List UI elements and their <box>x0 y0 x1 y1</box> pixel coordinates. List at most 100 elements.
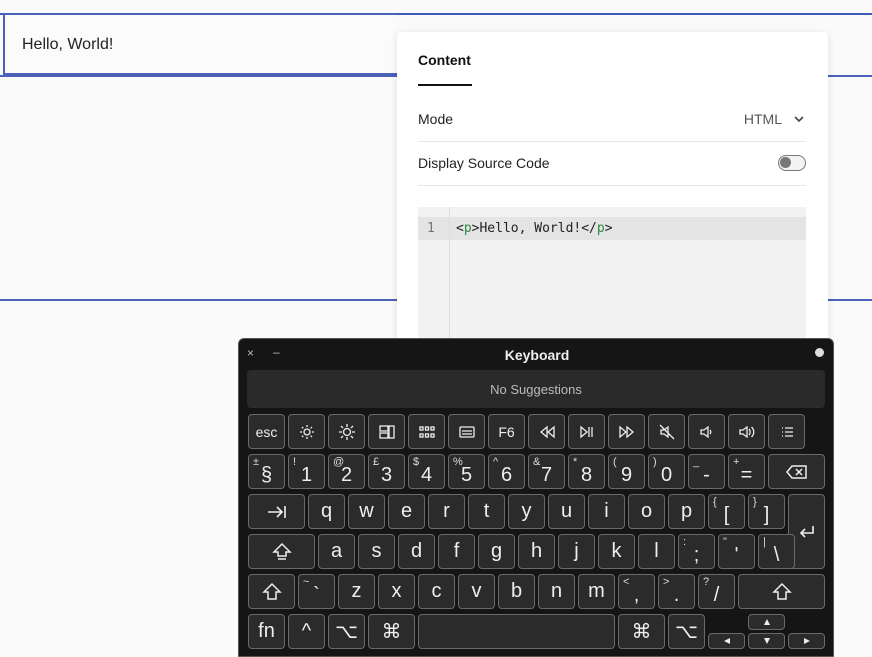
key-label: , <box>633 584 640 606</box>
code-line[interactable]: <p>Hello, World!</p> <box>456 221 613 236</box>
key-punct-2[interactable]: | \ <box>758 534 795 569</box>
key-j[interactable]: j <box>558 534 595 569</box>
f6-key[interactable]: F6 <box>488 414 525 449</box>
key-punct-0[interactable]: :; <box>678 534 715 569</box>
key-r[interactable]: r <box>428 494 465 529</box>
volume-down-icon[interactable] <box>688 414 725 449</box>
arrow-left-key[interactable] <box>708 633 745 649</box>
key-bracket-1[interactable]: }] <box>748 494 785 529</box>
arrow-down-key[interactable] <box>748 633 785 649</box>
option-left-key[interactable]: ⌥ <box>328 614 365 649</box>
command-right-key[interactable]: ⌘ <box>618 614 665 649</box>
key-a[interactable]: a <box>318 534 355 569</box>
rewind-icon[interactable] <box>528 414 565 449</box>
key-b[interactable]: b <box>498 574 535 609</box>
key-label: esc <box>255 423 278 440</box>
key-i[interactable]: i <box>588 494 625 529</box>
key-n[interactable]: n <box>538 574 575 609</box>
code-text: Hello, World! <box>479 221 582 236</box>
tab-content[interactable]: Content <box>418 52 471 68</box>
delete-key[interactable] <box>768 454 825 489</box>
fn-key[interactable]: fn <box>248 614 285 649</box>
key-o[interactable]: o <box>628 494 665 529</box>
key-1[interactable]: ! 1 <box>288 454 325 489</box>
key-z-punct-0[interactable]: <, <box>618 574 655 609</box>
key-v[interactable]: v <box>458 574 495 609</box>
key-label: ; <box>693 544 700 566</box>
display-source-toggle[interactable] <box>778 155 806 171</box>
key-k[interactable]: k <box>598 534 635 569</box>
key-s[interactable]: s <box>358 534 395 569</box>
display-source-label: Display Source Code <box>418 155 550 171</box>
shift-left-key[interactable] <box>248 574 295 609</box>
key-6[interactable]: ^ 6 <box>488 454 525 489</box>
esc-key[interactable]: esc <box>248 414 285 449</box>
key-t[interactable]: t <box>468 494 505 529</box>
key-d[interactable]: d <box>398 534 435 569</box>
key-label: y <box>521 500 532 522</box>
key-shift-label: { <box>713 496 717 508</box>
key-z-punct-1[interactable]: >. <box>658 574 695 609</box>
text-block-selected[interactable]: Hello, World! <box>3 13 397 75</box>
caps-lock-key[interactable] <box>248 534 315 569</box>
key-5[interactable]: % 5 <box>448 454 485 489</box>
space-key[interactable] <box>418 614 615 649</box>
key-10[interactable]: ) 0 <box>648 454 685 489</box>
key-x[interactable]: x <box>378 574 415 609</box>
arrow-right-key[interactable] <box>788 633 825 649</box>
menu-icon[interactable] <box>768 414 805 449</box>
key-label: x <box>391 580 402 602</box>
brightness-up-icon[interactable] <box>328 414 365 449</box>
key-bracket-0[interactable]: {[ <box>708 494 745 529</box>
key-y[interactable]: y <box>508 494 545 529</box>
mission-control-icon[interactable] <box>368 414 405 449</box>
arrow-up-key[interactable] <box>748 614 785 630</box>
control-key[interactable]: ^ <box>288 614 325 649</box>
key-label: ` <box>313 584 320 606</box>
key-punct-1[interactable]: " ' <box>718 534 755 569</box>
key-m[interactable]: m <box>578 574 615 609</box>
mode-row[interactable]: Mode HTML <box>418 97 806 142</box>
key-3[interactable]: £3 <box>368 454 405 489</box>
key-q[interactable]: q <box>308 494 345 529</box>
key-f[interactable]: f <box>438 534 475 569</box>
key-u[interactable]: u <box>548 494 585 529</box>
tab-key[interactable] <box>248 494 305 529</box>
key-p[interactable]: p <box>668 494 705 529</box>
launchpad-icon[interactable] <box>408 414 445 449</box>
key-7[interactable]: & 7 <box>528 454 565 489</box>
key-l[interactable]: l <box>638 534 675 569</box>
key-c[interactable]: c <box>418 574 455 609</box>
key-z[interactable]: z <box>338 574 375 609</box>
key-12[interactable]: + = <box>728 454 765 489</box>
key-label: § <box>260 464 273 486</box>
shift-right-key[interactable] <box>738 574 825 609</box>
key-shift-label: $ <box>413 456 420 468</box>
brightness-down-icon[interactable] <box>288 414 325 449</box>
key-e[interactable]: e <box>388 494 425 529</box>
play-pause-icon[interactable] <box>568 414 605 449</box>
key-2[interactable]: @2 <box>328 454 365 489</box>
key-4[interactable]: $4 <box>408 454 445 489</box>
keyboard-brightness-icon[interactable] <box>448 414 485 449</box>
option-right-key[interactable]: ⌥ <box>668 614 705 649</box>
options-icon[interactable] <box>815 348 824 357</box>
command-left-key[interactable]: ⌘ <box>368 614 415 649</box>
volume-up-icon[interactable] <box>728 414 765 449</box>
code-punct: > <box>604 221 613 236</box>
key-backtick[interactable]: ~ ` <box>298 574 335 609</box>
key-label: p <box>680 500 693 522</box>
mute-icon[interactable] <box>648 414 685 449</box>
key-8[interactable]: * 8 <box>568 454 605 489</box>
key-11[interactable]: _ - <box>688 454 725 489</box>
key-h[interactable]: h <box>518 534 555 569</box>
key-w[interactable]: w <box>348 494 385 529</box>
key-g[interactable]: g <box>478 534 515 569</box>
mode-select[interactable]: HTML <box>744 111 806 127</box>
mode-label: Mode <box>418 111 454 127</box>
key-9[interactable]: (9 <box>608 454 645 489</box>
key-z-punct-2[interactable]: ? / <box>698 574 735 609</box>
fast-forward-icon[interactable] <box>608 414 645 449</box>
key-0[interactable]: ± § <box>248 454 285 489</box>
key-label: z <box>351 580 362 602</box>
